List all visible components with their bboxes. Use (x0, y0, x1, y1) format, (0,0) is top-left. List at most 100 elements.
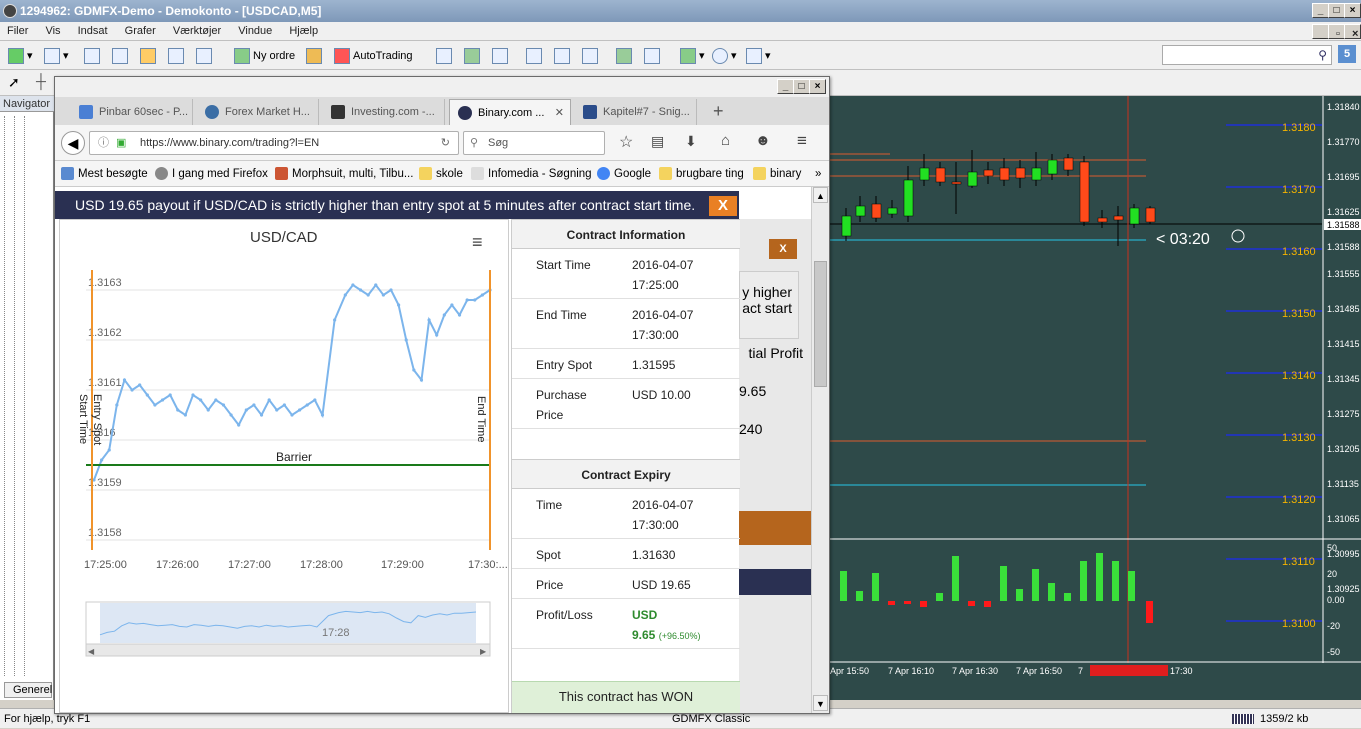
periods-button[interactable]: ▾ (712, 45, 737, 67)
bookmark-morphsuit[interactable]: Morphsuit, multi, Tilbu... (275, 161, 413, 187)
indicators-button[interactable]: ▾ (680, 45, 705, 67)
bookmark-brugbare[interactable]: brugbare ting (659, 161, 744, 187)
oscillator-bar (1048, 583, 1055, 601)
mailbox-icon[interactable]: 5 (1338, 45, 1356, 63)
scroll-down-icon[interactable]: ▼ (813, 695, 828, 711)
bookmark-infomedia[interactable]: Infomedia - Søgning (471, 161, 592, 187)
profiles-button[interactable]: ▾ (44, 45, 69, 67)
price-point (130, 388, 134, 392)
url-text: https://www.binary.com/trading?l=EN (140, 137, 320, 149)
price-axis-label: 1.31275 (1327, 409, 1360, 419)
price-axis-label: 1.31135 (1327, 479, 1359, 489)
background-close-icon[interactable]: X (769, 239, 797, 259)
oscillator-bar (1096, 553, 1103, 601)
child-close-button[interactable]: × (1344, 24, 1361, 40)
menu-insert[interactable]: Indsat (71, 22, 115, 41)
bookmark-getting-started[interactable]: I gang med Firefox (155, 161, 268, 187)
chart-menu-icon[interactable]: ≡ (472, 232, 483, 253)
bookmark-most-visited[interactable]: Mest besøgte (61, 161, 148, 187)
price-point (214, 398, 218, 402)
menu-help[interactable]: Hjælp (282, 22, 325, 41)
back-icon[interactable]: ◀ (61, 131, 85, 155)
tile-windows-button[interactable] (582, 45, 601, 67)
maximize-button[interactable]: □ (1328, 3, 1345, 18)
bar-chart-button[interactable] (436, 45, 455, 67)
new-order-icon (234, 48, 250, 65)
child-restore-button[interactable]: ▫ (1328, 24, 1345, 40)
menu-tools[interactable]: Værktøjer (166, 22, 228, 41)
candlestick-button[interactable] (464, 45, 483, 67)
price-axis-label: 1.31065 (1327, 514, 1360, 524)
status-traffic: 1359/2 kb (1260, 713, 1309, 725)
child-minimize-button[interactable]: _ (1312, 24, 1329, 40)
bookmarks-overflow-icon[interactable]: » (815, 161, 821, 187)
metaeditor-button[interactable] (306, 45, 325, 67)
bookmark-google[interactable]: Google (597, 161, 651, 187)
browser-tab-active[interactable]: Binary.com ... ✕ (449, 99, 571, 125)
close-contract-button[interactable]: X (709, 196, 737, 216)
navigator-button[interactable] (140, 45, 159, 67)
oscillator-bar (856, 591, 863, 601)
scroll-thumb[interactable] (814, 261, 827, 387)
close-tab-icon[interactable]: ✕ (555, 100, 564, 125)
hamburger-menu-icon[interactable]: ≡ (797, 131, 807, 151)
menu-file[interactable]: Filer (0, 22, 35, 41)
browser-tab-1[interactable]: Pinbar 60sec - P... (71, 99, 193, 125)
zoom-in-button[interactable] (526, 45, 545, 67)
data-window-button[interactable] (112, 45, 131, 67)
new-order-button[interactable]: Ny ordre (234, 45, 295, 67)
terminal-button[interactable] (168, 45, 187, 67)
search-placeholder: Søg (488, 137, 509, 149)
market-watch-button[interactable] (84, 45, 103, 67)
tile-icon (582, 48, 598, 65)
price-point (351, 283, 355, 287)
url-bar[interactable]: ⓘ ▣ https://www.binary.com/trading?l=EN … (89, 131, 459, 155)
mt4-chart[interactable]: 1.31840 1.31770 1.31695 1.31625 1.31588 1.315… (830, 96, 1361, 700)
templates-button[interactable]: ▾ (746, 45, 771, 67)
download-icon[interactable]: ⬇ (685, 133, 697, 150)
home-icon[interactable]: ⌂ (721, 132, 730, 149)
entry-spot-row: Entry Spot 1.31595 (512, 349, 740, 379)
crosshair-tool-icon[interactable]: ┼ (36, 73, 46, 89)
countdown-timer: < 03:20 (1156, 231, 1210, 248)
new-chart-button[interactable]: ▾ (8, 45, 33, 67)
autotrading-button[interactable]: AutoTrading (334, 45, 413, 67)
price-axis-label: 1.31485 (1327, 304, 1360, 314)
background-purchase-button[interactable] (739, 511, 811, 545)
line-chart-button[interactable] (492, 45, 511, 67)
bookmarks-toolbar: Mest besøgte I gang med Firefox Morphsui… (55, 161, 829, 187)
ff-close-button[interactable]: × (809, 79, 826, 94)
navigator-tab-general[interactable]: Generel (4, 682, 52, 698)
autoscroll-button[interactable] (644, 45, 663, 67)
reading-list-icon[interactable]: ▤ (651, 133, 664, 150)
price-point (115, 403, 119, 407)
new-tab-icon[interactable]: + (713, 101, 724, 122)
search-field[interactable]: ⚲ Søg (463, 131, 605, 155)
window-titlebar: 1294962: GDMFX-Demo - Demokonto - [USDCA… (0, 0, 1361, 22)
bookmark-star-icon[interactable]: ☆ (619, 132, 633, 152)
level-label: 1.3110 (1282, 556, 1315, 568)
bookmark-binary[interactable]: binary (753, 161, 801, 187)
scroll-up-icon[interactable]: ▲ (813, 187, 828, 203)
forex-favicon-icon (205, 105, 219, 119)
close-button[interactable]: × (1344, 3, 1361, 18)
page-scrollbar[interactable]: ▲ ▼ (811, 187, 829, 713)
browser-tab-2[interactable]: Forex Market H... (197, 99, 319, 125)
menu-window[interactable]: Vindue (231, 22, 279, 41)
bookmark-skole[interactable]: skole (419, 161, 463, 187)
chart-shift-button[interactable] (616, 45, 635, 67)
chat-icon[interactable]: ☻ (755, 132, 771, 149)
zoom-out-button[interactable] (554, 45, 573, 67)
ff-maximize-button[interactable]: □ (793, 79, 810, 94)
price-axis-label: 1.31840 (1327, 102, 1360, 112)
menu-view[interactable]: Vis (38, 22, 67, 41)
ff-minimize-button[interactable]: _ (777, 79, 794, 94)
browser-tab-5[interactable]: Kapitel#7 - Snig... (575, 99, 697, 125)
reload-icon[interactable]: ↻ (441, 132, 450, 154)
menu-charts[interactable]: Grafer (118, 22, 163, 41)
browser-tab-3[interactable]: Investing.com -... (323, 99, 445, 125)
mt4-search-input[interactable]: ⚲ (1162, 45, 1332, 65)
tester-button[interactable] (196, 45, 215, 67)
minimize-button[interactable]: _ (1312, 3, 1329, 18)
cursor-icon[interactable]: ➚ (8, 74, 20, 91)
